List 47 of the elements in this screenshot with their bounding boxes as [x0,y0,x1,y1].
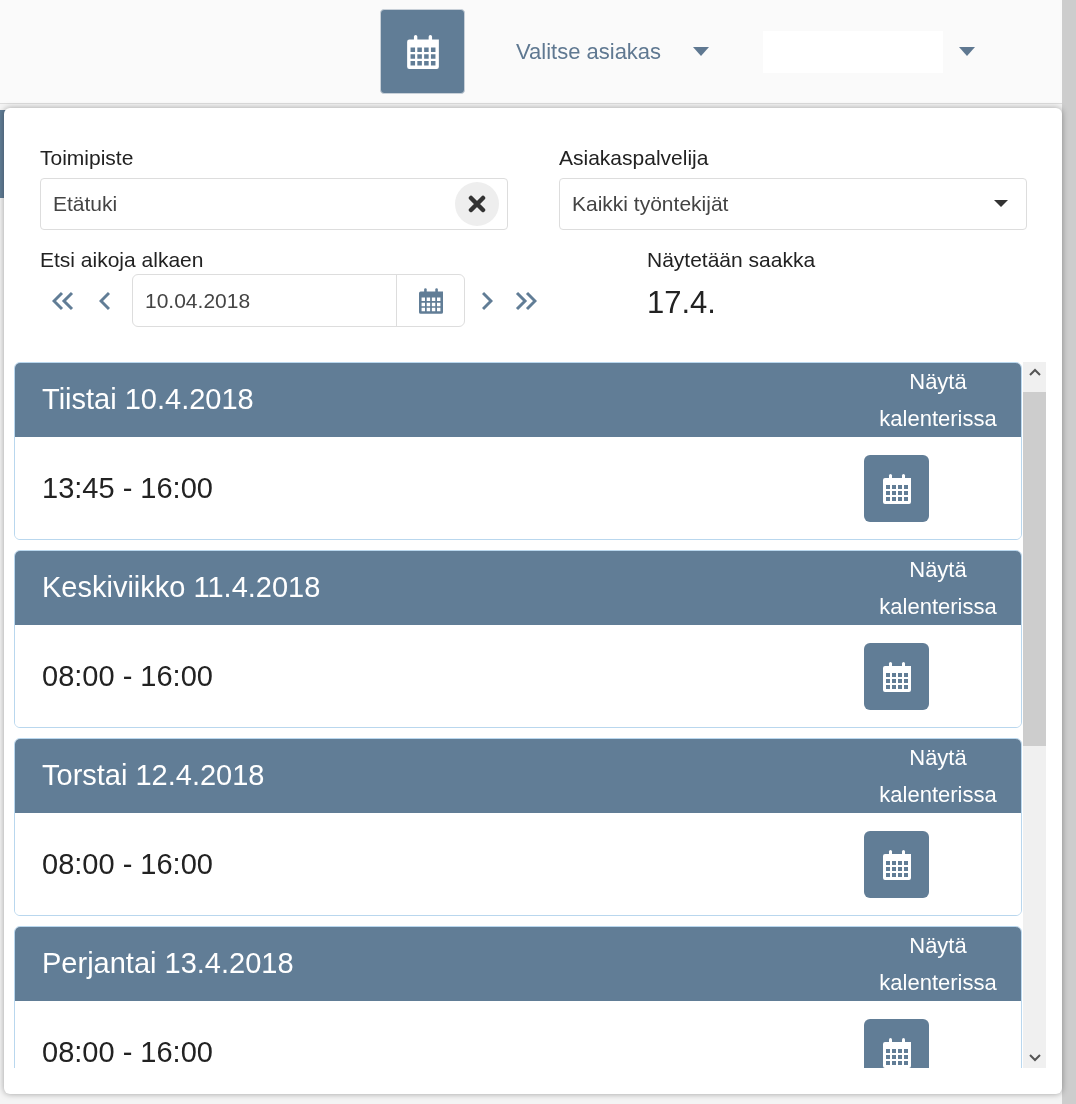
time-range: 08:00 - 16:00 [42,1034,213,1068]
field-label: Toimipiste [40,145,135,171]
time-range: 08:00 - 16:00 [42,658,213,694]
caret-icon [994,200,1008,207]
column-heading: Näytä kalenterissa [878,368,998,433]
show-in-calendar-button[interactable] [864,1019,929,1068]
time-range: 13:45 - 16:00 [42,470,213,506]
clear-button[interactable] [455,181,499,226]
day-title: Keskiviikko 11.4.2018 [42,570,321,606]
calendar-icon [882,1037,911,1068]
calendar-button[interactable] [380,9,465,94]
double-chevron-left-icon [52,290,74,311]
close-icon [468,194,486,213]
day-title: Tiistai 10.4.2018 [42,382,254,418]
show-in-calendar-button[interactable] [864,455,929,522]
day-title: Perjantai 13.4.2018 [42,946,294,982]
field-label: Etsi aikoja alkaen [40,247,204,273]
field-label: Näytetään saakka [647,247,816,273]
chevron-down-icon [1028,1054,1041,1062]
column-heading: Näytä kalenterissa [878,932,998,997]
day-title: Torstai 12.4.2018 [42,758,265,794]
scrollbar[interactable] [1023,362,1046,1068]
field-label: Asiakaspalvelija [559,145,710,171]
chevron-left-icon [98,290,110,311]
show-in-calendar-button[interactable] [864,831,929,898]
office-field[interactable]: Etätuki [40,177,508,230]
calendar-icon [882,661,911,692]
page-scrollbar[interactable] [1062,0,1076,1104]
chevron-up-icon [1028,368,1041,376]
calendar-icon [406,34,439,69]
calendar-icon [882,473,911,504]
time-range: 08:00 - 16:00 [42,846,213,882]
double-chevron-right-icon [515,290,537,311]
field-value: 10.04.2018 [144,287,252,314]
caret-icon [693,47,710,56]
end-date: 17.4. [647,284,716,322]
calendar-icon [418,287,443,314]
chevron-right-icon [481,290,493,311]
show-in-calendar-button[interactable] [864,643,929,710]
calendar-icon [882,849,911,880]
date-field[interactable]: 10.04.2018 [132,274,465,327]
customer-select[interactable]: Valitse asiakas [516,35,710,68]
column-heading: Näytä kalenterissa [878,556,998,621]
caret-icon [959,47,976,56]
agent-select[interactable]: Kaikki työntekijät [559,177,1027,230]
column-heading: Näytä kalenterissa [878,744,998,809]
field-value: Etätuki [53,190,118,217]
